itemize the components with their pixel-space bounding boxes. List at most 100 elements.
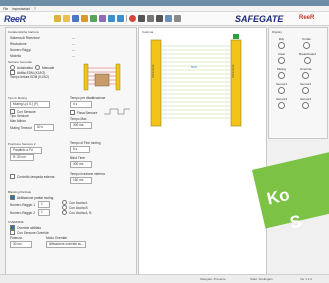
menu-file[interactable]: File — [3, 7, 8, 11]
sensor2-row: Parallelo a Fd — [10, 147, 42, 154]
field-row: Modello --- — [10, 54, 75, 58]
blanking-enable-row: Abilitazione partial muting — [10, 195, 53, 200]
ray2-label: Numero Raggio 2 — [10, 210, 35, 215]
ext-time-select[interactable]: 150 ms — [70, 177, 92, 184]
grid-icon[interactable] — [138, 15, 145, 22]
radio-auto-label: Automatico — [17, 65, 33, 70]
field-label: Sistema di Ricezione — [10, 36, 40, 40]
status-item: Ver 1.1.0 — [300, 277, 313, 281]
field-row: Risoluzione --- — [10, 42, 75, 46]
sensor2-select[interactable]: Parallelo a Fd — [10, 147, 42, 154]
led-indicator: Override — [300, 67, 312, 79]
muting-end-select[interactable]: 6 s — [70, 146, 90, 153]
muting-type-select[interactable]: Muting L(4 S.) (F) — [10, 101, 50, 108]
status-item: Safegate. Presente — [200, 277, 226, 281]
power-group: Potenza 30 cm — [10, 236, 32, 248]
toolbar-icons — [54, 15, 181, 22]
led-indicator: Ovride — [302, 37, 311, 49]
field-label: Risoluzione — [10, 42, 27, 46]
output-b-label: Con Uscita B — [69, 205, 88, 210]
download-icon[interactable] — [117, 15, 124, 22]
light-curtain-graphic — [150, 34, 242, 127]
output-ab-radio[interactable] — [62, 210, 67, 215]
field-value: --- — [72, 54, 76, 58]
led-label: Sensor4 — [300, 97, 312, 101]
blanking-enable-checkbox[interactable] — [10, 195, 15, 200]
ray2-row: Numero Raggio 2 1 — [10, 209, 50, 216]
led-icon — [278, 72, 285, 79]
radio-manual-label: Manuale — [41, 65, 55, 70]
pallet-box — [94, 73, 110, 87]
check-icon[interactable] — [90, 15, 97, 22]
configuration-panel: Caratteristiche barriera Sistema di Rice… — [5, 27, 137, 275]
override-mode-select[interactable]: Attivazione override su... — [46, 241, 86, 248]
muting-end-group: Tempo di Fine muting 6 s — [70, 141, 100, 153]
fissa-sensore-checkbox[interactable] — [70, 110, 75, 115]
override-sensor-row: Con Sensore Override — [10, 230, 49, 235]
tools-icon[interactable] — [81, 15, 88, 22]
led-icon — [302, 72, 310, 79]
edm-time-label: Tempo lettura EDM (K1/K2) — [10, 75, 49, 79]
field-value: --- — [72, 48, 76, 52]
blind-time-select[interactable]: 300 ms — [70, 161, 92, 168]
output-a-label: Con Uscita A — [69, 200, 88, 205]
output-ab-label: Con Uscita A, B — [69, 210, 92, 215]
disattiv-label: Tempo per disattivazione — [70, 96, 106, 100]
muting-type-title: Tipo di Muting — [8, 96, 27, 100]
led-icon — [302, 42, 310, 49]
output-ab-row: Con Uscita A, B — [62, 210, 91, 215]
reer-logo: ReeR — [4, 14, 26, 24]
close-icon[interactable] — [156, 15, 163, 22]
blind-time-group: Blind Time 300 ms — [70, 156, 92, 168]
fissa-sensore-row: Fissa Sensore — [70, 110, 97, 115]
sensor2-title: Posizione Sensore 2 — [8, 142, 36, 146]
blanking-title: Blanking Parziale — [8, 190, 32, 194]
led-indicator: Rdy — [278, 37, 285, 49]
edit-icon[interactable] — [99, 15, 106, 22]
ext-time-label: Tempo ricezione esterna — [70, 172, 105, 176]
status-lamp — [233, 34, 239, 39]
column-preview-panel: Colonna 50% SAFEGATE SAFEGATE — [138, 27, 267, 275]
led-indicator: Break/Guard — [299, 52, 316, 64]
disattiv-select[interactable]: 4 s — [70, 101, 92, 108]
muting-timeout-row: Muting Timeout 30 s — [10, 124, 54, 131]
led-icon — [278, 87, 286, 94]
ray1-label: Numero Raggio 1 — [10, 202, 35, 207]
field-row: Sistema di Ricezione --- — [10, 36, 75, 40]
ray1-stepper[interactable]: 1 — [38, 201, 50, 208]
tempo-max-select[interactable]: 300 ms — [70, 122, 92, 129]
chart-icon[interactable] — [165, 15, 172, 22]
led-label: Clear — [278, 52, 286, 56]
column-left-label: SAFEGATE — [152, 64, 155, 78]
edm-time-row: Tempo lettura EDM (K1/K2) — [10, 75, 49, 79]
ray2-stepper[interactable]: 1 — [38, 209, 50, 216]
muting-diagram — [83, 63, 121, 91]
tempo-max-group: Tempo Max 300 ms — [70, 117, 92, 129]
barrier-column-right — [115, 63, 121, 91]
edm-label: Abilita EDM (K1/K2) — [17, 70, 46, 75]
led-indicator: Sensor2 — [300, 82, 311, 94]
menu-help[interactable]: ? — [34, 7, 36, 11]
display-panel: Display Rdy Ovride Clear Break/Guard Mut… — [268, 27, 328, 139]
wrench-icon[interactable] — [174, 15, 181, 22]
print-icon[interactable] — [147, 15, 154, 22]
led-indicator: Sensor4 — [300, 97, 311, 109]
muting-timeout-select[interactable]: 30 s — [33, 124, 54, 131]
status-item: Stato: Scollegato — [250, 277, 273, 281]
safegate-logo: SAFEGATE — [235, 14, 284, 24]
folder-icon[interactable] — [63, 15, 70, 22]
lamp-control-checkbox[interactable] — [10, 174, 15, 179]
led-label: Override — [300, 67, 312, 71]
upload-icon[interactable] — [108, 15, 115, 22]
save-icon[interactable] — [72, 15, 79, 22]
sensor2-dist-select[interactable]: R: 30 cm — [10, 154, 34, 161]
menu-settings[interactable]: Impostazioni — [12, 7, 30, 11]
power-select[interactable]: 30 cm — [10, 241, 32, 248]
override-sensor-checkbox[interactable] — [10, 230, 15, 235]
led-label: Sensor2 — [300, 82, 312, 86]
open-icon[interactable] — [54, 15, 61, 22]
override-sensor-label: Con Sensore Override — [17, 230, 49, 235]
led-indicator: Muting — [277, 67, 286, 79]
stop-icon[interactable] — [129, 15, 136, 22]
field-value: --- — [72, 42, 76, 46]
